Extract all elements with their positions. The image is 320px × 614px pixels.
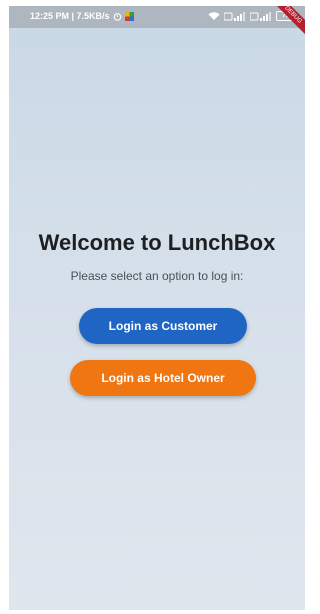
page-subtitle: Please select an option to log in: <box>70 269 244 283</box>
signal-icon <box>250 11 272 21</box>
page-title: Welcome to LunchBox <box>38 230 276 255</box>
app-notification-icon <box>124 11 134 21</box>
status-time-speed: 12:25 PM | 7.5KB/s <box>30 11 110 21</box>
status-bar: 12:25 PM | 7.5KB/s 72 <box>9 6 305 28</box>
signal-icon <box>224 11 246 21</box>
alarm-icon <box>113 12 122 21</box>
app-screen: 12:25 PM | 7.5KB/s 72 DEBUG Welcome to <box>9 6 305 610</box>
wifi-icon <box>208 11 220 21</box>
login-customer-button[interactable]: Login as Customer <box>79 308 247 344</box>
status-left: 12:25 PM | 7.5KB/s <box>30 11 134 21</box>
login-hotel-owner-button[interactable]: Login as Hotel Owner <box>70 360 256 396</box>
